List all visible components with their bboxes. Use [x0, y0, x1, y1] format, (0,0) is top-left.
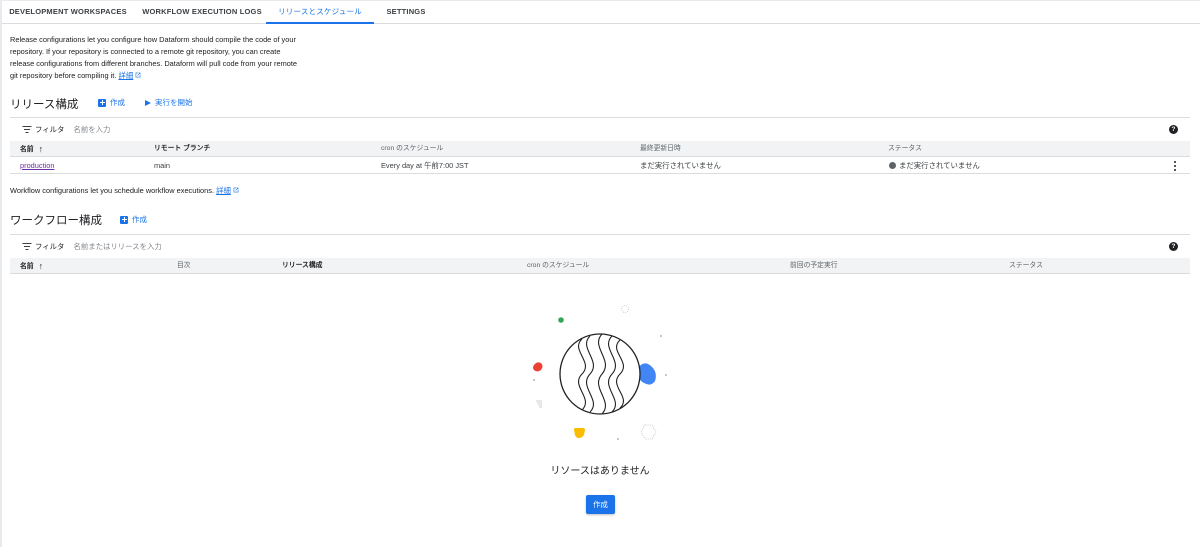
tab-bar: DEVELOPMENT WORKSPACES WORKFLOW EXECUTIO…	[2, 0, 1200, 24]
workflow-create-button[interactable]: 作成	[120, 214, 147, 225]
release-col-branch: リモート ブランチ	[154, 145, 211, 152]
release-col-name-label: 名前	[20, 146, 34, 153]
tab-settings[interactable]: SETTINGS	[378, 0, 434, 24]
tab-development-workspaces[interactable]: DEVELOPMENT WORKSPACES	[6, 0, 130, 24]
release-description-line-3: release configurations from different br…	[10, 59, 297, 68]
release-schedule-cell: Every day at 午前7:00 JST	[381, 161, 469, 170]
workflow-filter-bar: フィルタ ?	[10, 234, 1190, 258]
release-last-updated-cell: まだ実行されていません	[640, 161, 721, 170]
tab-workflow-execution-logs[interactable]: WORKFLOW EXECUTION LOGS	[136, 0, 268, 24]
release-description-line-2: repository. If your repository is connec…	[10, 47, 281, 56]
workflow-table-header: 名前 ↑ 目次 リリース構成 cron のスケジュール 前回の予定実行 ステータス	[10, 258, 1190, 274]
globe-wave-icon	[559, 333, 641, 415]
status-dot-icon	[889, 162, 896, 169]
workflow-config-title: ワークフロー構成	[10, 215, 102, 227]
release-description: Release configurations let you configure…	[10, 34, 320, 82]
release-branch-cell: main	[154, 161, 171, 170]
filter-icon	[22, 126, 31, 134]
workflow-learn-more-link[interactable]: 詳細	[216, 186, 231, 195]
workflow-create-label: 作成	[132, 215, 147, 224]
filter-icon	[22, 243, 31, 251]
left-border	[0, 0, 2, 547]
release-filter-label: フィルタ	[35, 125, 65, 134]
empty-state-message: リソースはありません	[550, 466, 650, 477]
release-filter-input[interactable]	[73, 125, 374, 134]
start-run-button[interactable]: 実行を開始	[145, 97, 193, 108]
release-col-status: ステータス	[888, 145, 922, 152]
open-in-new-icon	[233, 187, 239, 193]
workflow-col-last-scheduled: 前回の予定実行	[790, 262, 838, 269]
yellow-shield-icon	[574, 428, 585, 438]
release-col-name[interactable]: 名前 ↑	[20, 141, 43, 158]
release-description-line-1: Release configurations let you configure…	[10, 35, 296, 44]
release-filter-bar: フィルタ ?	[10, 117, 1190, 141]
help-icon[interactable]: ?	[1169, 242, 1178, 251]
help-icon[interactable]: ?	[1169, 125, 1178, 134]
release-status-cell: まだ実行されていません	[889, 157, 980, 174]
add-box-icon	[98, 98, 106, 107]
workflow-filter-input[interactable]	[73, 242, 374, 251]
workflow-col-status: ステータス	[1009, 262, 1043, 269]
green-dot-icon	[558, 317, 564, 323]
arrow-upward-icon: ↑	[38, 144, 44, 154]
more-vert-icon[interactable]	[1173, 161, 1177, 171]
workflow-col-contents: 目次	[177, 262, 191, 269]
release-col-schedule: cron のスケジュール	[381, 145, 444, 152]
empty-state-create-button[interactable]: 作成	[586, 495, 615, 514]
empty-state-illustration	[533, 305, 667, 440]
hexagon-outline-icon	[640, 424, 657, 440]
workflow-description: Workflow configurations let you schedule…	[10, 185, 239, 196]
release-description-line-4: git repository before compiling it. 詳細	[10, 70, 320, 82]
release-status-text: まだ実行されていません	[899, 161, 980, 170]
arrow-upward-icon: ↑	[38, 261, 44, 271]
release-name-link[interactable]: production	[20, 161, 55, 170]
open-in-new-icon	[135, 72, 141, 78]
release-create-button[interactable]: 作成	[98, 97, 125, 108]
workflow-col-release: リリース構成	[282, 262, 323, 269]
release-description-line-4-text: git repository before compiling it.	[10, 71, 117, 80]
workflow-col-schedule: cron のスケジュール	[527, 262, 590, 269]
workflow-col-name-label: 名前	[20, 263, 34, 270]
release-create-label: 作成	[110, 98, 125, 107]
release-col-last-updated: 最終更新日時	[640, 145, 681, 152]
red-blob-icon	[533, 362, 543, 372]
release-config-title: リリース構成	[10, 99, 79, 111]
table-row: production main Every day at 午前7:00 JST …	[10, 157, 1190, 174]
tab-releases-and-schedules[interactable]: リリースとスケジュール	[266, 0, 374, 24]
release-table-header: 名前 ↑ リモート ブランチ cron のスケジュール 最終更新日時 ステータス	[10, 141, 1190, 157]
start-run-label: 実行を開始	[155, 98, 193, 107]
workflow-col-name[interactable]: 名前 ↑	[20, 258, 43, 275]
release-learn-more-link[interactable]: 詳細	[118, 71, 133, 80]
workflow-filter-label: フィルタ	[35, 242, 65, 251]
play-arrow-icon	[145, 99, 151, 106]
add-box-icon	[120, 215, 128, 224]
workflow-description-text: Workflow configurations let you schedule…	[10, 186, 215, 195]
